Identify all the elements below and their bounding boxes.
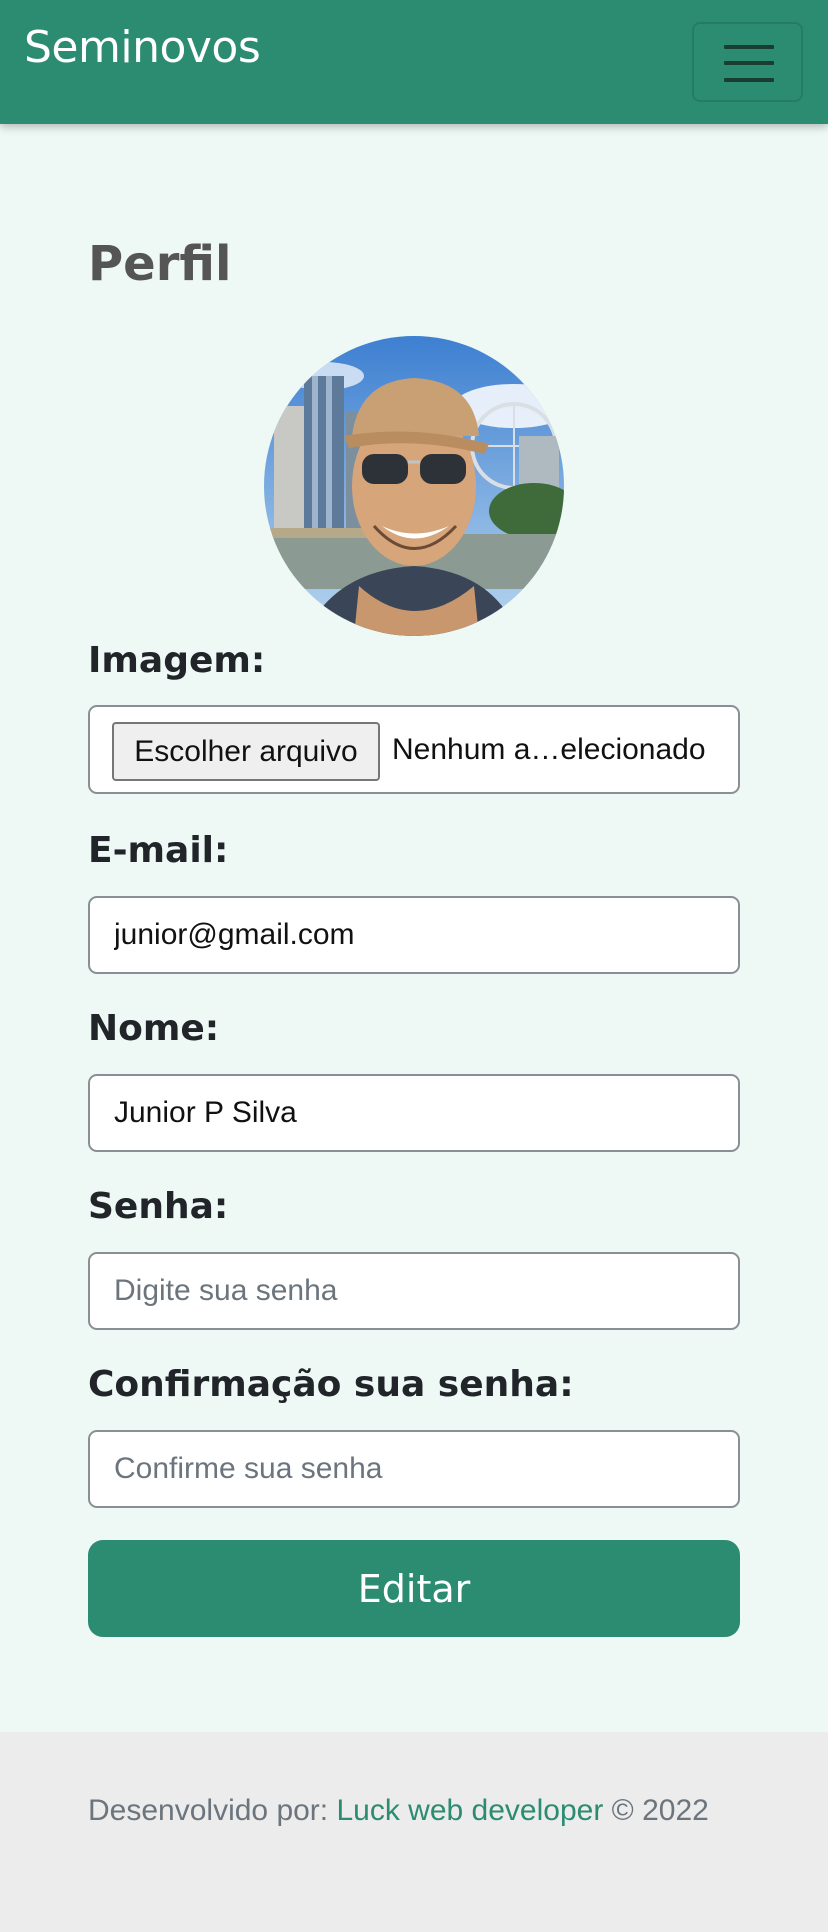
file-status-text: Nenhum a…elecionado — [392, 733, 706, 766]
image-file-input[interactable]: Escolher arquivo Nenhum a…elecionado — [88, 705, 740, 794]
image-label: Imagem: — [88, 640, 266, 681]
main-content: Perfil Imagem: Escolher arquivo Nenhum a… — [0, 124, 828, 1732]
name-field[interactable] — [88, 1074, 740, 1152]
footer-text: Desenvolvido por: Luck web developer © 2… — [88, 1794, 709, 1828]
password-label: Senha: — [88, 1186, 229, 1227]
password-field[interactable] — [88, 1252, 740, 1330]
email-label: E-mail: — [88, 830, 229, 871]
email-field[interactable] — [88, 896, 740, 974]
name-label: Nome: — [88, 1008, 220, 1049]
developer-link[interactable]: Luck web developer — [336, 1794, 603, 1827]
edit-button[interactable]: Editar — [88, 1540, 740, 1637]
footer: Desenvolvido por: Luck web developer © 2… — [0, 1732, 828, 1932]
hamburger-menu-icon[interactable] — [692, 22, 803, 102]
navbar: Seminovos — [0, 0, 828, 124]
confirm-password-field[interactable] — [88, 1430, 740, 1508]
menu-bar-line — [724, 78, 774, 82]
confirm-password-label: Confirmação sua senha: — [88, 1364, 574, 1405]
avatar — [264, 336, 564, 636]
brand-logo[interactable]: Seminovos — [24, 22, 261, 73]
menu-bar-line — [724, 61, 774, 65]
footer-copyright: © 2022 — [603, 1794, 709, 1827]
footer-prefix: Desenvolvido por: — [88, 1794, 337, 1827]
choose-file-button[interactable]: Escolher arquivo — [112, 722, 380, 781]
page-title: Perfil — [88, 236, 232, 292]
profile-photo — [264, 336, 564, 636]
menu-bar-line — [724, 45, 774, 49]
